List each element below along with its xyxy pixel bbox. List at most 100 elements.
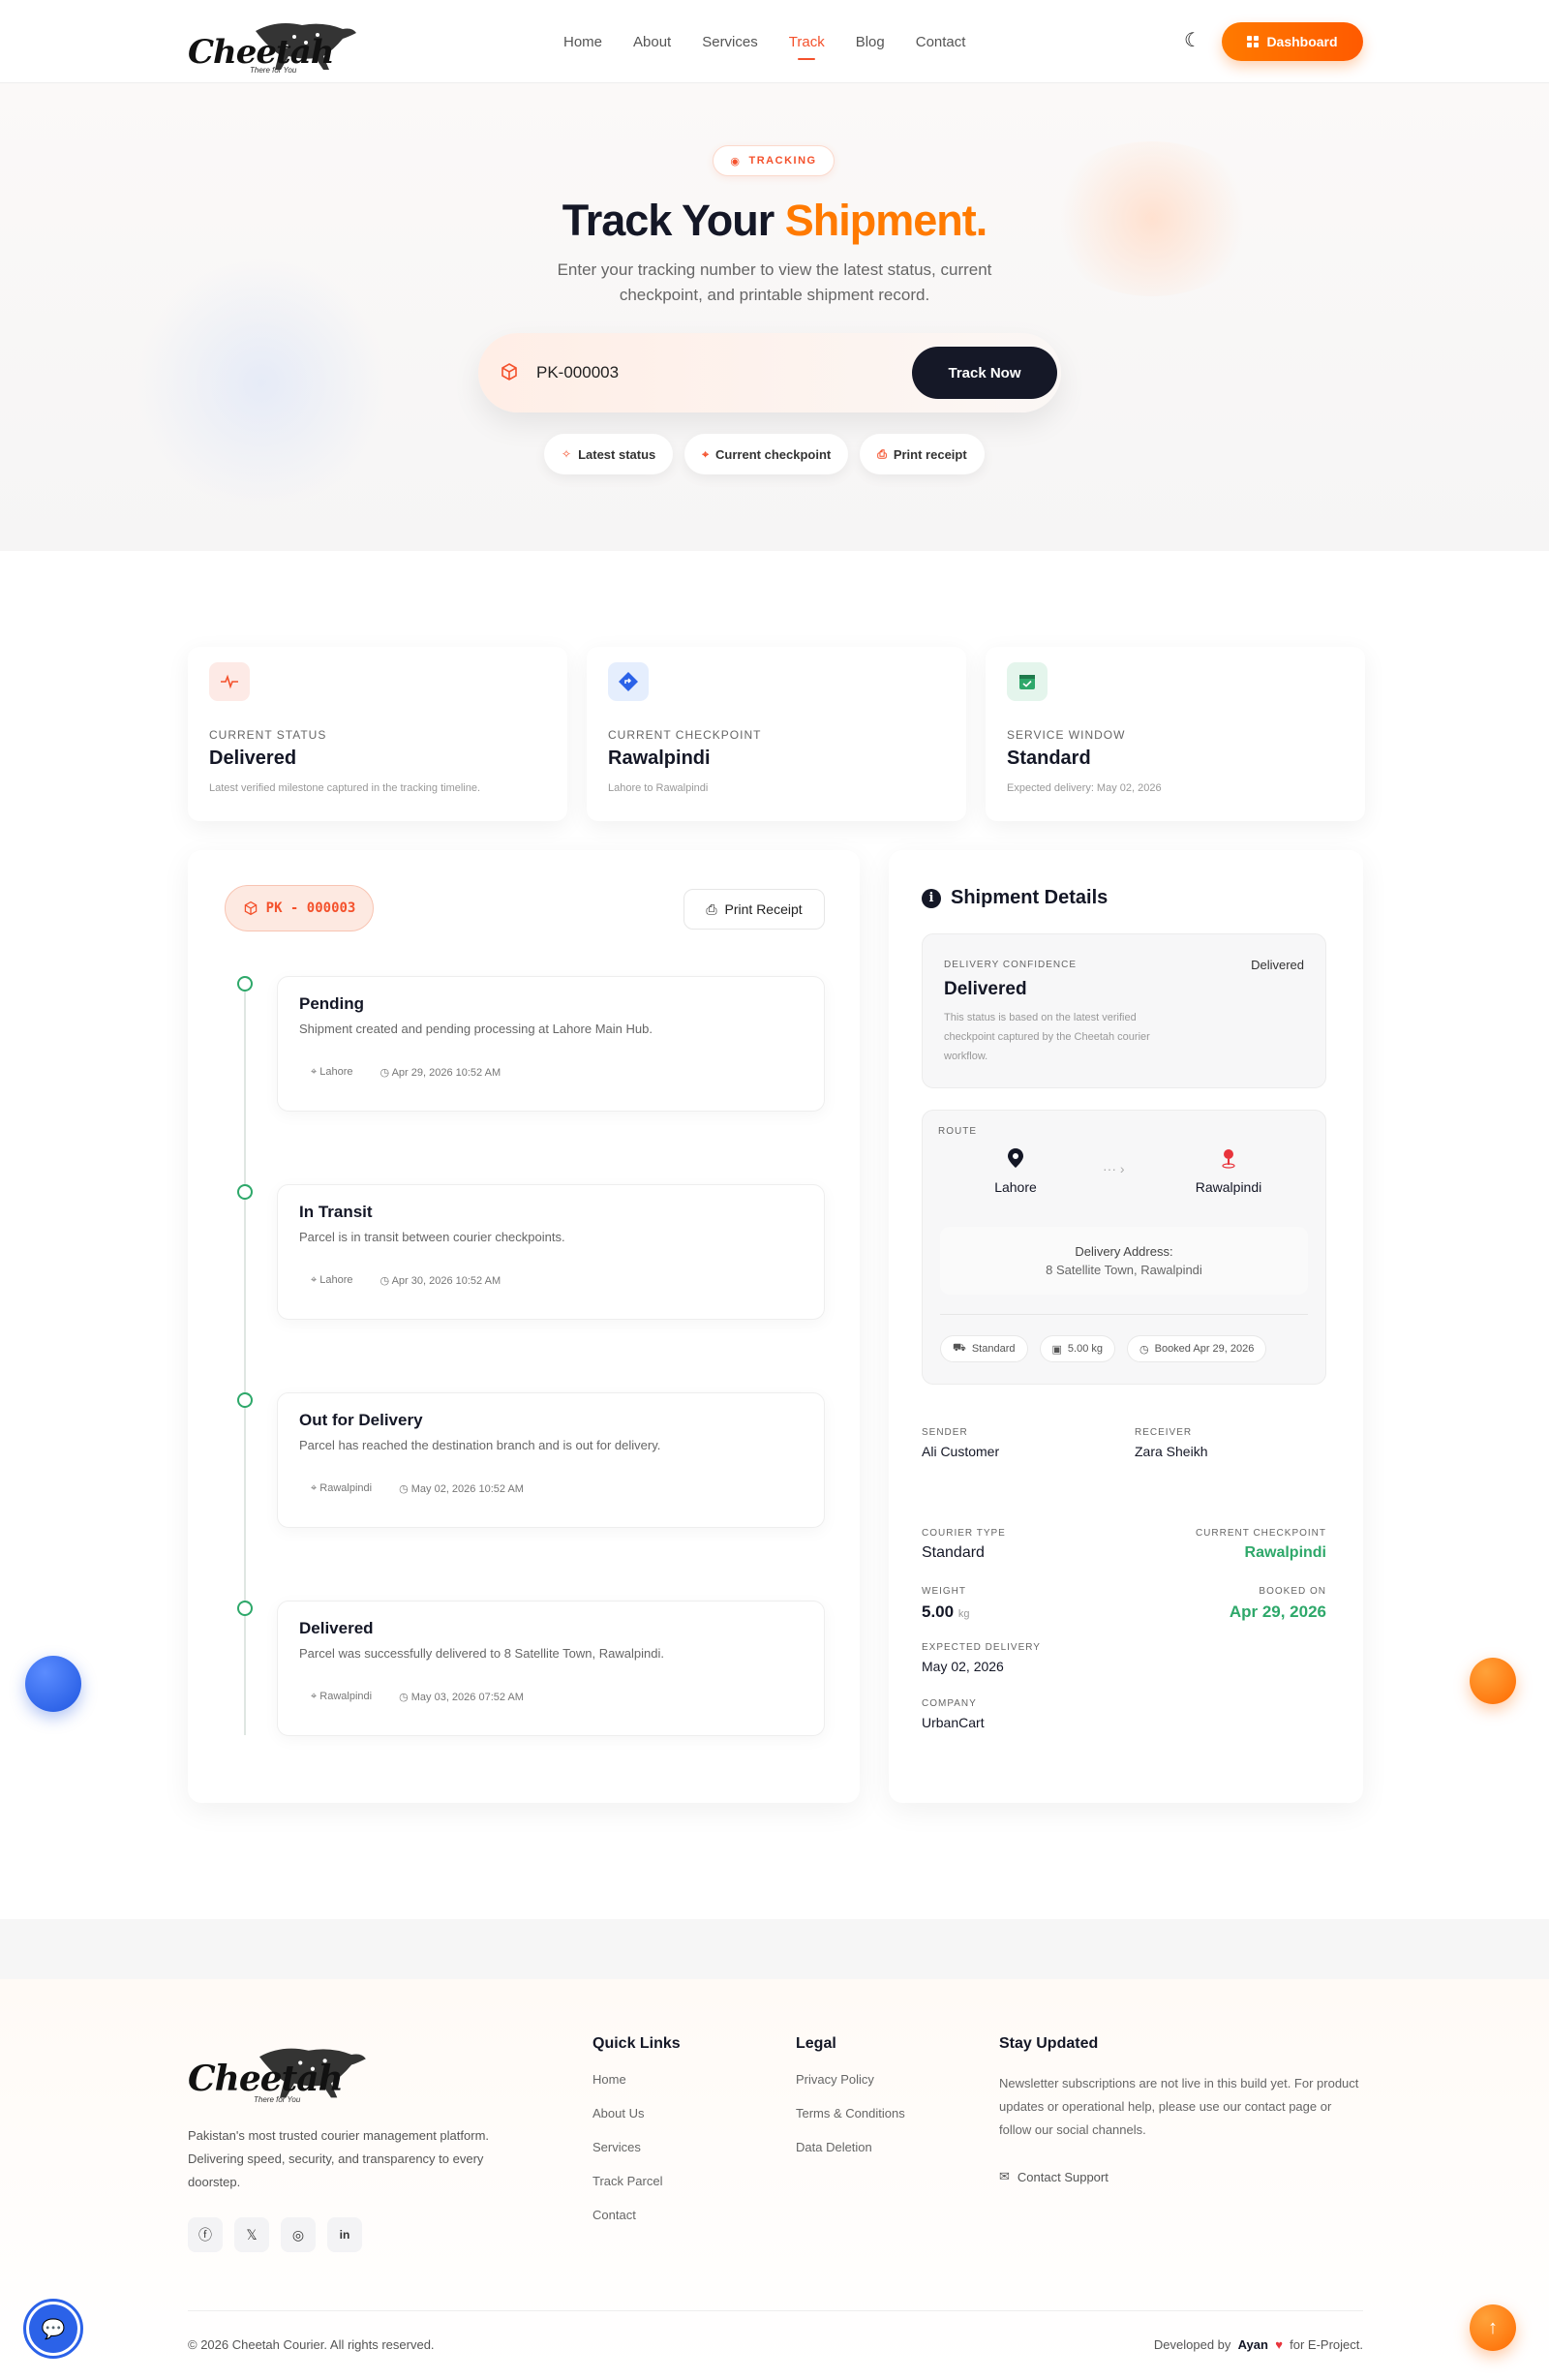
footer-link-privacy[interactable]: Privacy Policy	[796, 2072, 905, 2087]
event-meta: ⌖ Rawalpindi ◷ May 02, 2026 10:52 AM	[311, 1482, 524, 1495]
event-desc: Shipment created and pending processing …	[299, 1022, 653, 1036]
contact-support-link[interactable]: ✉ Contact Support	[999, 2169, 1109, 2184]
floating-action-button[interactable]	[1470, 1658, 1516, 1704]
route-from: Lahore	[977, 1147, 1054, 1195]
event-meta: ⌖ Lahore ◷ Apr 30, 2026 10:52 AM	[311, 1274, 501, 1287]
chip-latest-status[interactable]: ✧ Latest status	[544, 434, 674, 474]
receiver-field: RECEIVER Zara Sheikh	[1135, 1427, 1208, 1459]
tracking-search-bar: Track Now	[478, 333, 1061, 412]
radar-icon: ◉	[730, 155, 742, 168]
stat-card-checkpoint: CURRENT CHECKPOINT Rawalpindi Lahore to …	[587, 647, 966, 821]
chip-print-receipt[interactable]: ⎙ Print receipt	[860, 434, 985, 474]
delivery-address-box: Delivery Address: 8 Satellite Town, Rawa…	[940, 1227, 1308, 1295]
expected-delivery-field: EXPECTED DELIVERY May 02, 2026	[922, 1642, 1041, 1674]
hero-section: ◉ TRACKING Track Your Shipment. Enter yo…	[0, 83, 1549, 551]
printer-icon: ⎙	[877, 446, 887, 461]
stat-desc: Lahore to Rawalpindi	[608, 782, 709, 794]
footer-about: Pakistan's most trusted courier manageme…	[188, 2128, 490, 2189]
site-footer: Cheetah There for You Pakistan's most tr…	[0, 1979, 1549, 2380]
copyright: © 2026 Cheetah Courier. All rights reser…	[188, 2337, 435, 2352]
floating-action-button[interactable]	[25, 1656, 81, 1712]
instagram-icon[interactable]: ◎	[281, 2217, 316, 2252]
dashboard-label: Dashboard	[1266, 34, 1338, 49]
confidence-badge: Delivered	[1251, 958, 1304, 972]
shipment-details-card: i Shipment Details DELIVERY CONFIDENCE D…	[889, 850, 1363, 1803]
route-tags: ⛟ Standard ▣ 5.00 kg ◷ Booked Apr 29, 2026	[940, 1335, 1267, 1362]
printer-icon: ⎙	[706, 900, 717, 917]
footer-link-track[interactable]: Track Parcel	[592, 2174, 681, 2188]
footer-link-home[interactable]: Home	[592, 2072, 681, 2087]
destination-pin-icon	[1222, 1149, 1235, 1169]
booked-field: BOOKED ON Apr 29, 2026	[1229, 1586, 1326, 1621]
nav-track[interactable]: Track	[789, 34, 825, 50]
timeline-event: In Transit Parcel is in transit between …	[277, 1184, 825, 1320]
tracking-number-input[interactable]	[536, 356, 895, 389]
package-icon	[500, 362, 519, 386]
footer-link-terms[interactable]: Terms & Conditions	[796, 2106, 905, 2121]
footer-link-about[interactable]: About Us	[592, 2106, 681, 2121]
route-to: Rawalpindi	[1180, 1147, 1277, 1195]
chip-current-checkpoint[interactable]: ⌖ Current checkpoint	[684, 434, 849, 474]
scroll-to-top-button[interactable]: ↑	[1470, 2304, 1516, 2351]
brand-logo[interactable]: Cheetah There for You	[188, 17, 358, 76]
heart-icon: ♥	[1275, 2337, 1283, 2352]
checkpoint-field: CURRENT CHECKPOINT Rawalpindi	[1195, 1528, 1326, 1561]
route-divider	[940, 1314, 1308, 1315]
footer-link-services[interactable]: Services	[592, 2140, 681, 2154]
truck-icon: ⛟	[953, 1342, 966, 1354]
chat-button[interactable]: 💬	[23, 2299, 83, 2359]
timeline-card: PK - 000003 ⎙ Print Receipt Pending Ship…	[188, 850, 860, 1803]
sparkle-icon: ✧	[562, 447, 572, 461]
pulse-icon	[209, 662, 250, 701]
stat-card-status: CURRENT STATUS Delivered Latest verified…	[188, 647, 567, 821]
event-desc: Parcel was successfully delivered to 8 S…	[299, 1646, 664, 1661]
event-title: Pending	[299, 994, 365, 1013]
footer-link-data-deletion[interactable]: Data Deletion	[796, 2140, 905, 2154]
pin-icon: ⌖	[311, 1066, 318, 1078]
stat-desc: Expected delivery: May 02, 2026	[1007, 782, 1162, 794]
newsletter-column: Stay Updated	[999, 2035, 1099, 2052]
nav-home[interactable]: Home	[563, 34, 602, 50]
legal-column: Legal Privacy Policy Terms & Conditions …	[796, 2035, 905, 2154]
event-desc: Parcel is in transit between courier che…	[299, 1230, 565, 1244]
arrow-up-icon: ↑	[1488, 2316, 1498, 2338]
calendar-icon	[1007, 662, 1048, 701]
package-icon	[244, 900, 257, 916]
nav-contact[interactable]: Contact	[916, 34, 966, 50]
clock-icon: ◷	[399, 1692, 409, 1703]
weight-field: WEIGHT 5.00 kg	[922, 1586, 970, 1621]
courier-type-field: COURIER TYPE Standard	[922, 1528, 1006, 1561]
print-receipt-button[interactable]: ⎙ Print Receipt	[683, 889, 825, 930]
stat-desc: Latest verified milestone captured in th…	[209, 782, 481, 794]
x-twitter-icon[interactable]: 𝕏	[234, 2217, 269, 2252]
grid-icon	[1247, 36, 1260, 47]
developer-credit: Developed by Ayan ♥ for E-Project.	[1153, 2337, 1363, 2352]
route-arrow-icon: ··· ›	[1103, 1161, 1125, 1176]
tracking-badge-label: TRACKING	[748, 155, 817, 167]
nav-services[interactable]: Services	[702, 34, 758, 50]
linkedin-icon[interactable]: in	[327, 2217, 362, 2252]
footer-logo[interactable]: Cheetah There for You	[188, 2041, 368, 2105]
timeline-dot	[237, 976, 253, 992]
brand-tagline: There for You	[254, 2095, 301, 2104]
section-divider-band	[0, 1919, 1549, 1979]
track-now-button[interactable]: Track Now	[912, 347, 1057, 399]
sender-field: SENDER Ali Customer	[922, 1427, 1000, 1459]
nav-about[interactable]: About	[633, 34, 671, 50]
footer-link-contact[interactable]: Contact	[592, 2208, 681, 2222]
event-title: In Transit	[299, 1203, 373, 1221]
company-field: COMPANY UrbanCart	[922, 1698, 985, 1730]
brand-wordmark: Cheetah	[188, 2059, 344, 2099]
nav-blog[interactable]: Blog	[856, 34, 885, 50]
moon-icon[interactable]: ☾	[1181, 29, 1204, 52]
route-panel: ROUTE Lahore ··· › Rawalpindi Delivery A…	[922, 1110, 1326, 1385]
event-desc: Parcel has reached the destination branc…	[299, 1438, 661, 1452]
tag-weight: ▣ 5.00 kg	[1039, 1335, 1115, 1362]
route-icon	[608, 662, 649, 701]
facebook-icon[interactable]: ⓕ	[188, 2217, 223, 2252]
dashboard-button[interactable]: Dashboard	[1222, 22, 1363, 61]
top-navbar: Cheetah There for You Home About Service…	[0, 0, 1549, 83]
timeline-dot	[237, 1392, 253, 1408]
event-meta: ⌖ Lahore ◷ Apr 29, 2026 10:52 AM	[311, 1066, 501, 1079]
clock-icon: ◷	[380, 1067, 390, 1079]
